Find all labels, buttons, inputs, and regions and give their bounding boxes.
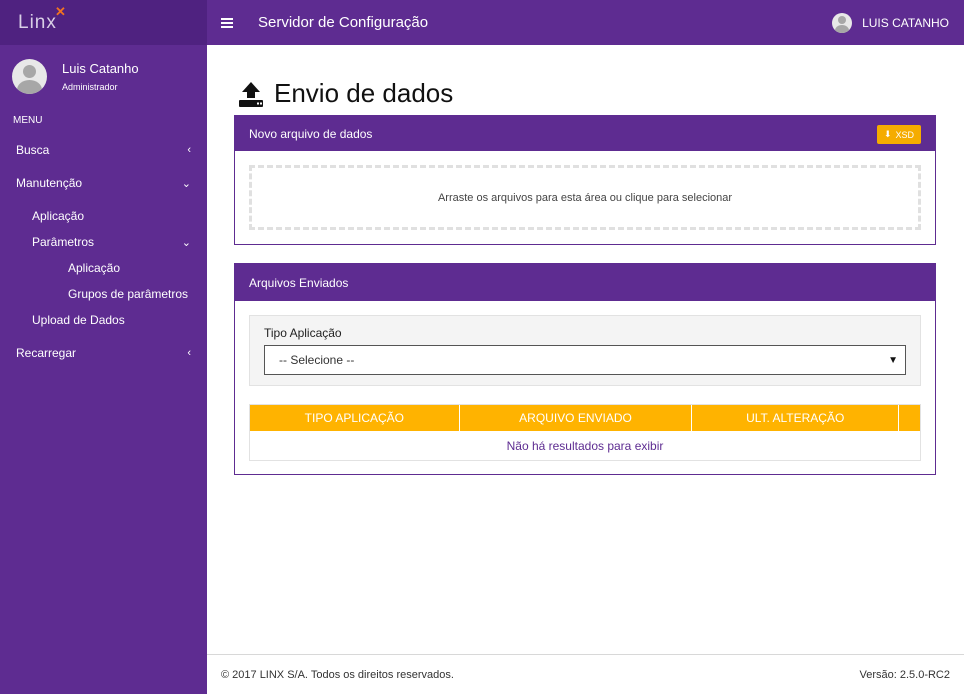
chevron-down-icon: ⌄ [181,236,191,249]
filter-box: Tipo Aplicação -- Selecione -- ▼ [249,315,921,386]
sidebar-item-label: Manutenção [16,176,83,190]
panel-title: Novo arquivo de dados [249,126,373,141]
column-header[interactable]: ULT. ALTERAÇÃO [692,405,900,431]
filter-label: Tipo Aplicação [264,326,342,340]
column-header-actions [899,405,920,431]
logo-text: Linx [18,11,57,33]
user-role: Administrador [62,81,118,92]
panel-title: Arquivos Enviados [249,275,349,290]
sidebar-item-recarregar[interactable]: Recarregar ‹ [0,340,207,366]
avatar [832,12,853,33]
table-header: TIPO APLICAÇÃO ARQUIVO ENVIADO ULT. ALTE… [250,405,920,431]
sidebar-item-label: Parâmetros [32,235,95,249]
upload-icon [238,81,264,107]
avatar [12,58,47,94]
chevron-left-icon: ‹ [187,347,191,359]
column-header[interactable]: TIPO APLICAÇÃO [250,405,460,431]
sidebar-item-grupos-parametros[interactable]: Grupos de parâmetros [0,281,207,307]
column-header[interactable]: ARQUIVO ENVIADO [460,405,693,431]
sidebar-item-manutencao[interactable]: Manutenção ⌄ [0,170,207,196]
xsd-download-button[interactable]: ⬇ XSD [876,125,921,144]
empty-results-message: Não há resultados para exibir [506,438,664,453]
panel-header: Novo arquivo de dados ⬇ XSD [235,116,935,151]
footer: © 2017 LINX S/A. Todos os direitos reser… [207,654,964,694]
brand-bar: Linx ✕ [0,0,207,45]
panel-header: Arquivos Enviados [235,264,935,301]
sidebar-item-label: Upload de Dados [32,313,125,327]
linx-logo[interactable]: Linx ✕ [18,4,66,34]
sidebar-item-aplicacao[interactable]: Aplicação [0,203,207,229]
sidebar-item-upload-dados[interactable]: Upload de Dados [0,307,207,333]
sidebar-item-label: Aplicação [68,261,121,275]
tipo-aplicacao-select[interactable]: -- Selecione -- ▼ [264,345,906,375]
logo-mark-icon: ✕ [54,3,67,19]
files-panel: Arquivos Enviados Tipo Aplicação -- Sele… [234,263,936,475]
sidebar-item-label: Recarregar [16,346,77,360]
app-title: Servidor de Configuração [258,14,429,31]
copyright: © 2017 LINX S/A. Todos os direitos reser… [221,668,454,681]
version: Versão: 2.5.0-RC2 [859,668,951,681]
sidebar: Linx ✕ Luis Catanho Administrador MENU Bu… [0,0,207,694]
sidebar-item-label: Aplicação [32,209,85,223]
menu-header: MENU [13,115,43,126]
chevron-left-icon: ‹ [187,144,191,156]
main-content: Envio de dados Novo arquivo de dados ⬇ X… [207,45,964,654]
user-menu[interactable]: LUIS CATANHO [832,12,949,33]
user-name: Luis Catanho [62,60,139,76]
sidebar-item-label: Busca [16,143,50,157]
drop-zone-text: Arraste os arquivos para esta área ou cl… [437,191,733,204]
user-panel: Luis Catanho Administrador [0,45,207,107]
top-bar: Servidor de Configuração LUIS CATANHO [207,0,964,45]
sidebar-item-parametros[interactable]: Parâmetros ⌄ [0,229,207,255]
page-title: Envio de dados [238,78,453,109]
caret-down-icon: ▼ [888,354,898,366]
page-title-text: Envio de dados [274,78,454,108]
sidebar-item-parametros-aplicacao[interactable]: Aplicação [0,255,207,281]
download-icon: ⬇ [883,129,892,139]
sidebar-item-label: Grupos de parâmetros [68,287,189,301]
select-value: -- Selecione -- [279,353,355,367]
file-drop-zone[interactable]: Arraste os arquivos para esta área ou cl… [249,165,921,230]
chevron-down-icon: ⌄ [181,177,191,190]
results-table: TIPO APLICAÇÃO ARQUIVO ENVIADO ULT. ALTE… [249,404,921,461]
sidebar-item-busca[interactable]: Busca ‹ [0,137,207,163]
upload-panel: Novo arquivo de dados ⬇ XSD Arraste os a… [234,115,936,245]
xsd-button-label: XSD [895,129,914,140]
menu-toggle-icon[interactable] [221,17,233,28]
user-menu-name: LUIS CATANHO [862,15,949,30]
